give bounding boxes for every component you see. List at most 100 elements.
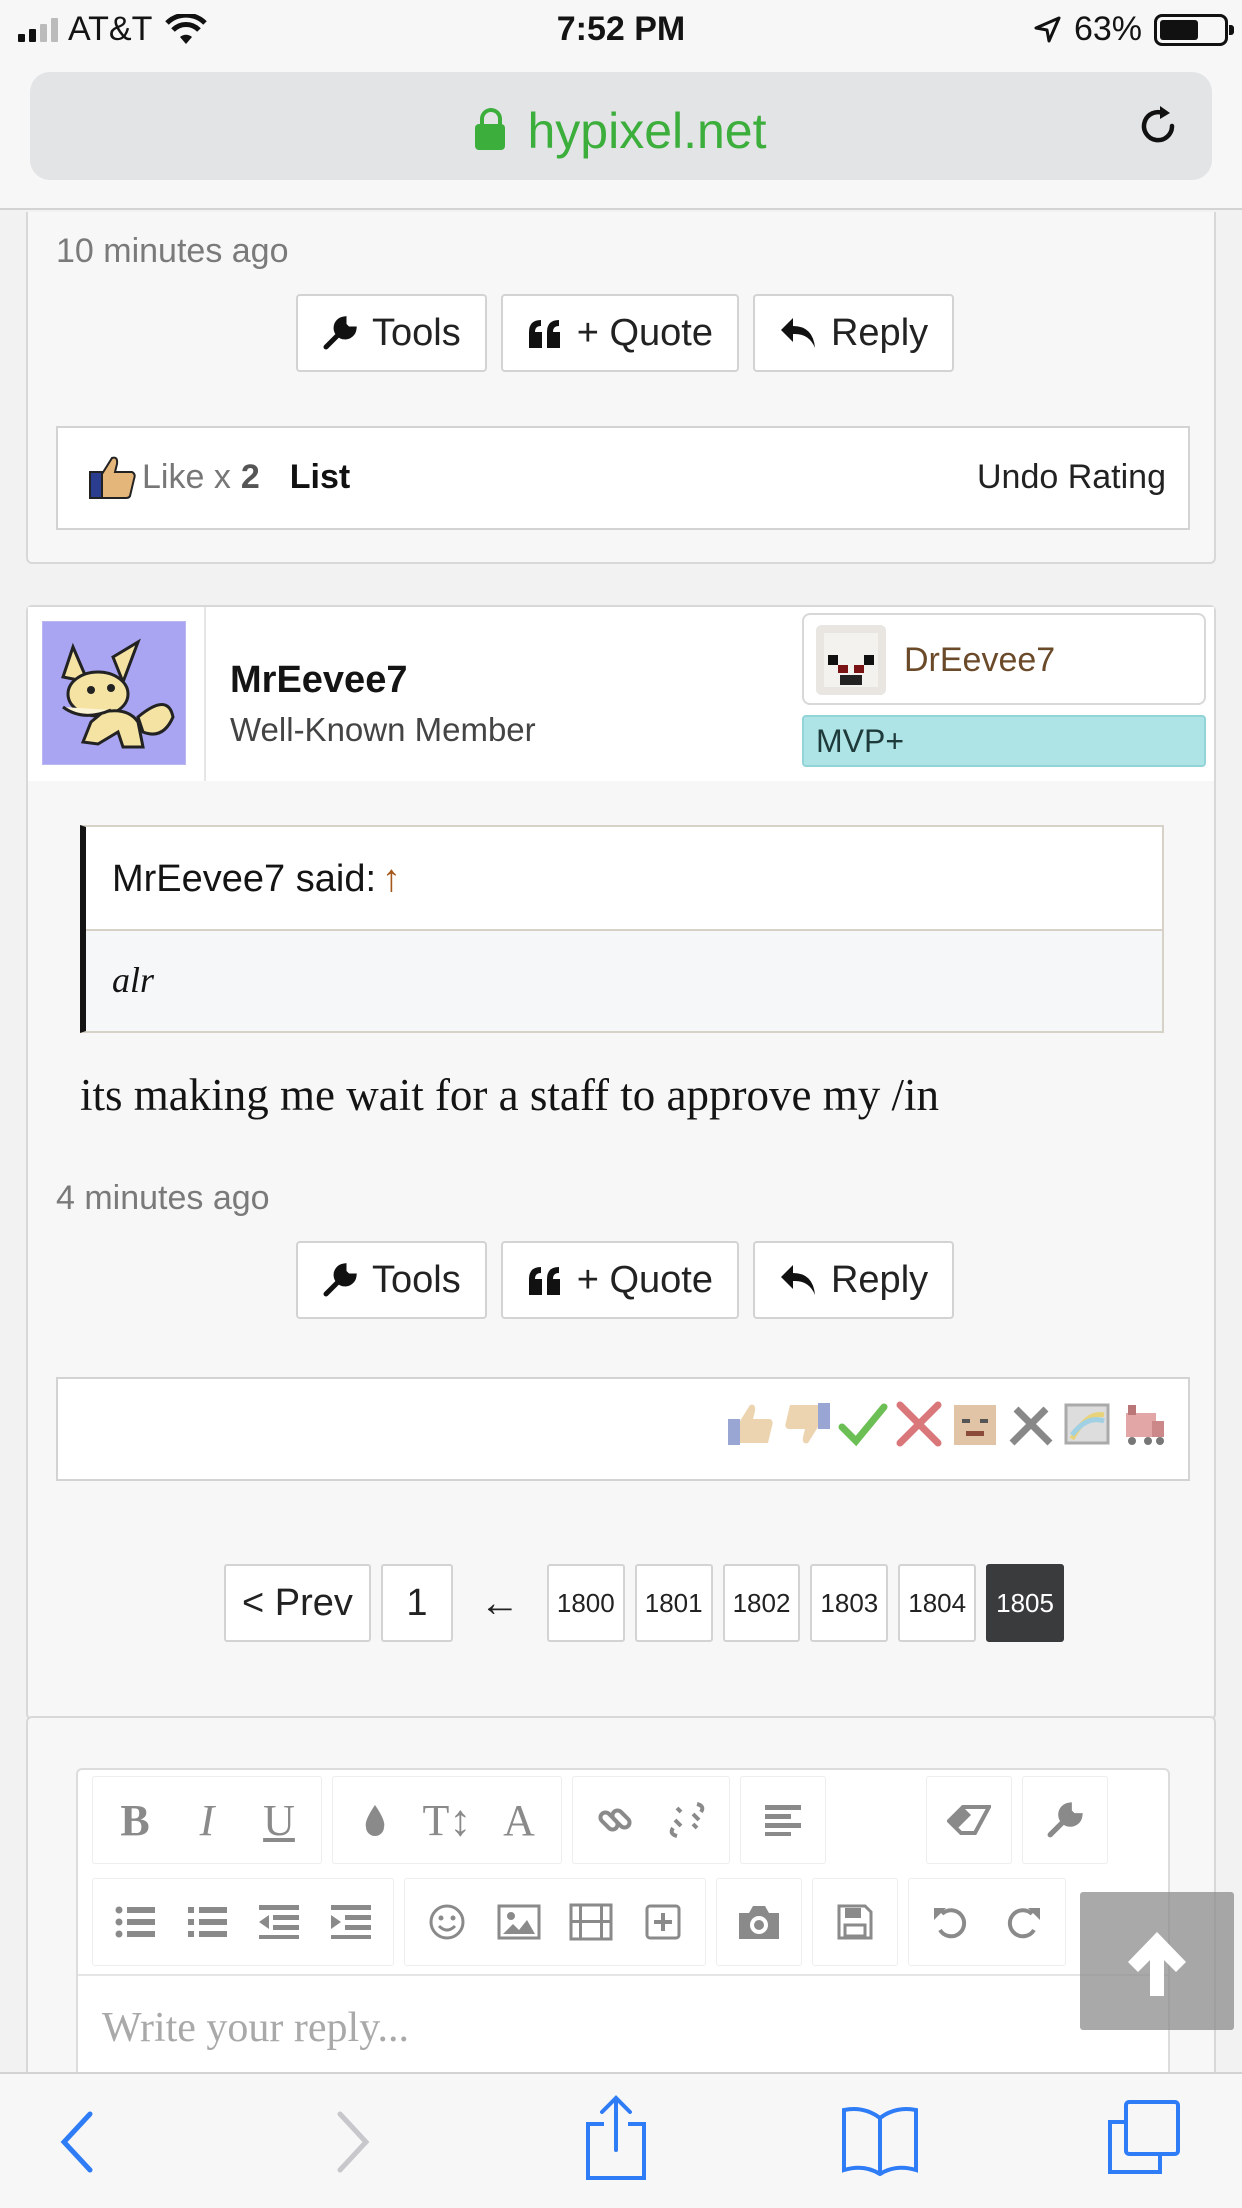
bullet-list-icon[interactable] (99, 1886, 171, 1958)
lock-icon (475, 108, 506, 150)
quote-button[interactable]: + Quote (500, 294, 739, 372)
numbered-list-icon[interactable] (171, 1886, 243, 1958)
bold-button[interactable]: B (99, 1784, 171, 1856)
undo-rating-link[interactable]: Undo Rating (977, 458, 1166, 497)
tools-label: Tools (372, 1258, 461, 1301)
font-family-button[interactable]: A (483, 1784, 555, 1856)
page-jump-arrow[interactable]: ← (463, 1581, 537, 1626)
reply-button[interactable]: Reply (752, 1241, 955, 1319)
train-icon[interactable] (1118, 1399, 1168, 1449)
redo-icon[interactable] (987, 1886, 1059, 1958)
status-bar: AT&T 7:52 PM 63% (0, 0, 1242, 60)
rating-icons (726, 1399, 1168, 1449)
page-1801-button[interactable]: 1801 (634, 1564, 713, 1642)
like-label: Like x (142, 457, 231, 496)
link-icon[interactable] (579, 1784, 651, 1856)
reply-editor: B I U T↕ A Write your reply... (76, 1768, 1170, 2072)
toolbar-row-2 (92, 1878, 1076, 1966)
quote-icon (528, 320, 560, 348)
page-1804-button[interactable]: 1804 (898, 1564, 977, 1642)
browser-header: hypixel.net (0, 60, 1242, 210)
tools-label: Tools (372, 311, 461, 354)
eraser-icon[interactable] (933, 1784, 1005, 1856)
back-icon[interactable] (56, 2102, 100, 2182)
likes-list-link[interactable]: List (290, 458, 350, 497)
arrow-up-icon (1128, 1932, 1186, 1996)
user-title: Well-Known Member (230, 711, 536, 748)
tools-button[interactable]: Tools (296, 294, 487, 372)
rank-badge: MVP+ (802, 715, 1206, 767)
quote-label: + Quote (576, 311, 713, 354)
disagree-icon[interactable] (894, 1399, 944, 1449)
reply-placeholder: Write your reply... (102, 2005, 409, 2051)
underline-button[interactable]: U (243, 1784, 315, 1856)
agree-icon[interactable] (838, 1399, 888, 1449)
reply-text-area[interactable]: Write your reply... (78, 1974, 1168, 2072)
dislike-icon[interactable] (782, 1399, 832, 1449)
username[interactable]: MrEevee7 (230, 659, 407, 702)
post-message: its making me wait for a staff to approv… (80, 1070, 939, 1120)
save-draft-icon[interactable] (819, 1886, 891, 1958)
post-author-header: MrEevee7 Well-Known Member DrEevee7 MVP+ (28, 607, 1214, 781)
thumbs-up-icon (89, 456, 136, 499)
forward-icon[interactable] (330, 2102, 374, 2182)
page-1800-button[interactable]: 1800 (546, 1564, 625, 1642)
undo-icon[interactable] (915, 1886, 987, 1958)
tools-button[interactable]: Tools (296, 1241, 487, 1319)
page-1802-button[interactable]: 1802 (722, 1564, 801, 1642)
quote-button[interactable]: + Quote (500, 1241, 739, 1319)
likes-summary: Like x 2 List Undo Rating (56, 426, 1190, 530)
post-timestamp[interactable]: 4 minutes ago (56, 1179, 270, 1218)
quote-label: + Quote (576, 1258, 713, 1301)
browser-toolbar (0, 2072, 1242, 2208)
post-card: 10 minutes ago Tools + Quote Reply Like … (26, 212, 1216, 564)
battery-percent: 63% (1073, 10, 1142, 48)
tools-icon[interactable] (1006, 1399, 1056, 1449)
indent-icon[interactable] (315, 1886, 387, 1958)
insert-icon[interactable] (627, 1886, 699, 1958)
page-1805-current[interactable]: 1805 (986, 1564, 1064, 1642)
quote-icon (528, 1267, 560, 1295)
align-icon[interactable] (747, 1784, 819, 1856)
media-icon[interactable] (555, 1886, 627, 1958)
font-size-button[interactable]: T↕ (411, 1784, 483, 1856)
wrench-icon (323, 316, 357, 350)
post-actions: Tools + Quote Reply (296, 1241, 955, 1319)
quote-author: MrEevee7 said: (112, 858, 377, 900)
camera-icon[interactable] (723, 1886, 795, 1958)
reload-icon[interactable] (1134, 102, 1182, 150)
quote-text: alr (112, 960, 155, 1000)
location-arrow-icon (1034, 16, 1061, 42)
avatar[interactable] (42, 621, 186, 765)
page-1803-button[interactable]: 1803 (810, 1564, 889, 1642)
quote-block: MrEevee7 said: ↑ alr (80, 825, 1164, 1033)
minecraft-ign-box[interactable]: DrEevee7 (802, 613, 1206, 705)
image-icon[interactable] (483, 1886, 555, 1958)
reply-button[interactable]: Reply (752, 294, 955, 372)
scroll-to-top-button[interactable] (1080, 1892, 1234, 2030)
post-actions: Tools + Quote Reply (296, 294, 955, 372)
rainbow-icon[interactable] (1062, 1399, 1112, 1449)
page-1-button[interactable]: 1 (380, 1564, 453, 1642)
color-drop-icon[interactable] (339, 1784, 411, 1856)
italic-button[interactable]: I (171, 1784, 243, 1856)
bookmarks-icon[interactable] (840, 2104, 920, 2176)
address-bar[interactable]: hypixel.net (30, 72, 1212, 180)
post-card: MrEevee7 Well-Known Member DrEevee7 MVP+… (26, 605, 1216, 1720)
eevee-drawing (61, 638, 175, 749)
like-count: 2 (240, 457, 260, 496)
reply-label: Reply (830, 311, 929, 354)
funny-icon[interactable] (950, 1399, 1000, 1449)
like-icon[interactable] (726, 1399, 776, 1449)
post-timestamp[interactable]: 10 minutes ago (56, 232, 289, 271)
jump-to-quote-link[interactable]: ↑ (382, 858, 401, 900)
share-icon[interactable] (584, 2094, 648, 2182)
smile-icon[interactable] (411, 1886, 483, 1958)
status-right: 63% (1032, 10, 1234, 49)
wrench-icon[interactable] (1029, 1784, 1101, 1856)
tabs-icon[interactable] (1104, 2098, 1184, 2178)
unlink-icon[interactable] (651, 1784, 723, 1856)
reply-icon (780, 318, 815, 348)
outdent-icon[interactable] (243, 1886, 315, 1958)
prev-page-button[interactable]: < Prev (224, 1564, 371, 1642)
